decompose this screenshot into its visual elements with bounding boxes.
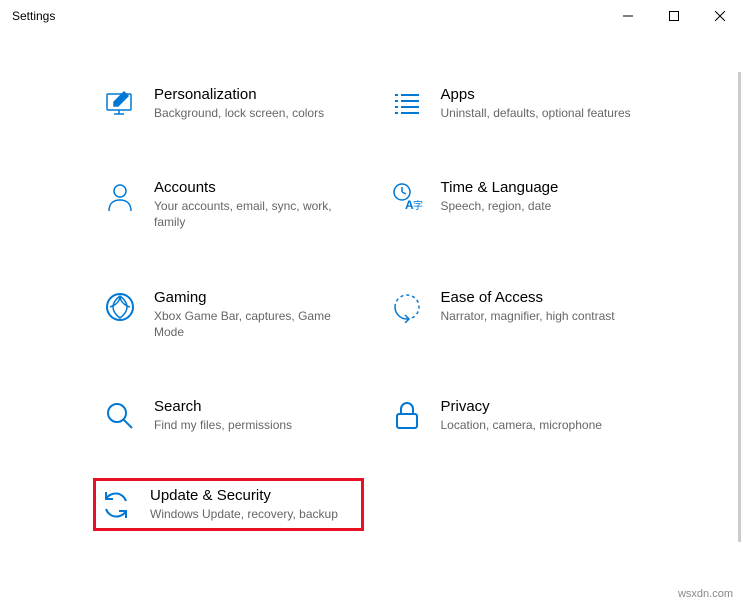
- category-desc: Windows Update, recovery, backup: [150, 506, 357, 522]
- category-title: Privacy: [441, 398, 640, 415]
- category-text: Apps Uninstall, defaults, optional featu…: [441, 86, 640, 121]
- category-personalization[interactable]: Personalization Background, lock screen,…: [100, 82, 357, 125]
- category-text: Privacy Location, camera, microphone: [441, 398, 640, 433]
- category-apps[interactable]: Apps Uninstall, defaults, optional featu…: [387, 82, 644, 125]
- window-title: Settings: [12, 9, 605, 23]
- update-security-icon: [100, 489, 132, 521]
- svg-text:字: 字: [413, 199, 423, 212]
- category-time-language[interactable]: A字 Time & Language Speech, region, date: [387, 175, 644, 234]
- category-title: Accounts: [154, 179, 353, 196]
- watermark: wsxdn.com: [678, 588, 733, 600]
- maximize-icon: [669, 11, 679, 21]
- close-button[interactable]: [697, 0, 743, 32]
- minimize-button[interactable]: [605, 0, 651, 32]
- category-privacy[interactable]: Privacy Location, camera, microphone: [387, 394, 644, 437]
- close-icon: [715, 11, 725, 21]
- category-title: Apps: [441, 86, 640, 103]
- settings-content: Personalization Background, lock screen,…: [0, 32, 743, 542]
- category-desc: Background, lock screen, colors: [154, 105, 353, 121]
- category-desc: Narrator, magnifier, high contrast: [441, 308, 640, 324]
- categories-grid: Personalization Background, lock screen,…: [100, 82, 643, 522]
- scrollbar[interactable]: [738, 72, 741, 542]
- gaming-icon: [104, 291, 136, 323]
- search-icon: [104, 400, 136, 432]
- category-desc: Location, camera, microphone: [441, 417, 640, 433]
- privacy-icon: [391, 400, 423, 432]
- category-accounts[interactable]: Accounts Your accounts, email, sync, wor…: [100, 175, 357, 234]
- category-desc: Speech, region, date: [441, 198, 640, 214]
- category-text: Gaming Xbox Game Bar, captures, Game Mod…: [154, 289, 353, 340]
- category-title: Ease of Access: [441, 289, 640, 306]
- category-title: Time & Language: [441, 179, 640, 196]
- maximize-button[interactable]: [651, 0, 697, 32]
- category-ease-of-access[interactable]: Ease of Access Narrator, magnifier, high…: [387, 285, 644, 344]
- category-title: Gaming: [154, 289, 353, 306]
- category-text: Time & Language Speech, region, date: [441, 179, 640, 214]
- category-desc: Uninstall, defaults, optional features: [441, 105, 640, 121]
- window-controls: [605, 0, 743, 31]
- titlebar: Settings: [0, 0, 743, 32]
- category-text: Ease of Access Narrator, magnifier, high…: [441, 289, 640, 324]
- category-desc: Xbox Game Bar, captures, Game Mode: [154, 308, 353, 340]
- category-gaming[interactable]: Gaming Xbox Game Bar, captures, Game Mod…: [100, 285, 357, 344]
- category-update-security[interactable]: Update & Security Windows Update, recove…: [93, 478, 364, 531]
- category-search[interactable]: Search Find my files, permissions: [100, 394, 357, 437]
- category-text: Accounts Your accounts, email, sync, wor…: [154, 179, 353, 230]
- time-language-icon: A字: [391, 181, 423, 213]
- category-title: Update & Security: [150, 487, 357, 504]
- category-text: Update & Security Windows Update, recove…: [150, 487, 357, 522]
- category-text: Personalization Background, lock screen,…: [154, 86, 353, 121]
- personalization-icon: [104, 88, 136, 120]
- minimize-icon: [623, 11, 633, 21]
- category-text: Search Find my files, permissions: [154, 398, 353, 433]
- category-desc: Find my files, permissions: [154, 417, 353, 433]
- ease-of-access-icon: [391, 291, 423, 323]
- accounts-icon: [104, 181, 136, 213]
- category-desc: Your accounts, email, sync, work, family: [154, 198, 353, 230]
- category-title: Personalization: [154, 86, 353, 103]
- category-title: Search: [154, 398, 353, 415]
- apps-icon: [391, 88, 423, 120]
